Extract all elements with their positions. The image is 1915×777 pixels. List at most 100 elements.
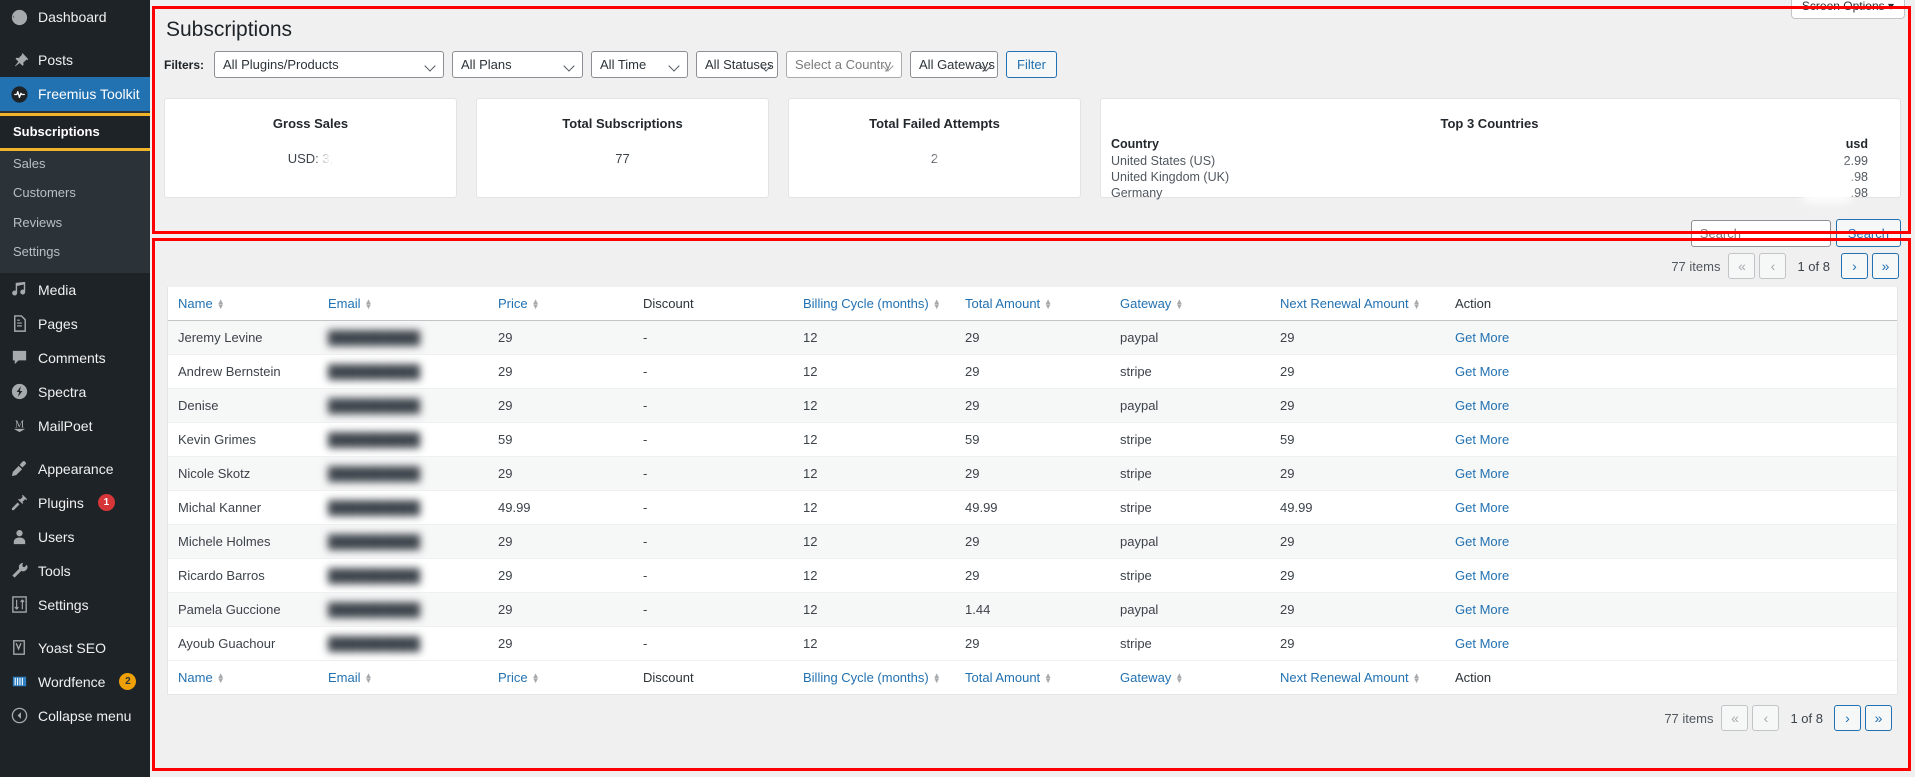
column-header-gateway[interactable]: Gateway ▲ ▼ bbox=[1120, 287, 1280, 322]
get-more-link[interactable]: Get More bbox=[1455, 364, 1509, 379]
get-more-link[interactable]: Get More bbox=[1455, 330, 1509, 345]
country-name: Germany bbox=[1111, 186, 1163, 201]
sidebar-item-label: Sales bbox=[13, 155, 46, 171]
get-more-link[interactable]: Get More bbox=[1455, 466, 1509, 481]
cell-action[interactable]: Get More bbox=[1455, 626, 1897, 662]
sidebar-item-posts[interactable]: Posts bbox=[0, 43, 150, 77]
gateway-filter-select[interactable]: All Gateways bbox=[910, 51, 999, 79]
get-more-link[interactable]: Get More bbox=[1455, 602, 1509, 617]
top-countries-title: Top 3 Countries bbox=[1440, 116, 1539, 132]
sort-icon[interactable]: ▲ ▼ bbox=[1044, 298, 1052, 310]
sidebar-item-settings[interactable]: Settings bbox=[0, 588, 150, 622]
sidebar-item-label: Settings bbox=[38, 596, 89, 613]
search-input[interactable] bbox=[1690, 219, 1831, 247]
cell-action[interactable]: Get More bbox=[1455, 422, 1897, 458]
sidebar-item-tools[interactable]: Tools bbox=[0, 554, 150, 588]
sidebar-divider bbox=[0, 622, 150, 631]
sidebar-item-sales[interactable]: Sales bbox=[0, 149, 150, 179]
sidebar-item-settings[interactable]: Settings bbox=[0, 237, 150, 267]
sort-icon[interactable]: ▲ ▼ bbox=[1413, 298, 1421, 310]
cell-action[interactable]: Get More bbox=[1455, 524, 1897, 560]
sidebar-item-mailpoet[interactable]: M MailPoet bbox=[0, 409, 150, 443]
sidebar-item-dashboard[interactable]: Dashboard bbox=[0, 0, 150, 34]
sidebar-item-freemius-toolkit[interactable]: Freemius Toolkit bbox=[0, 77, 150, 111]
column-header-next-renewal[interactable]: Next Renewal Amount ▲ ▼ bbox=[1280, 287, 1455, 322]
search-button[interactable]: Search bbox=[1835, 219, 1901, 248]
sort-icon[interactable]: ▲ ▼ bbox=[532, 298, 540, 310]
sort-icon[interactable]: ▲ ▼ bbox=[933, 298, 941, 310]
cell-billing-cycle: 12 bbox=[803, 524, 965, 560]
column-header-name[interactable]: Name ▲ ▼ bbox=[168, 287, 328, 322]
last-page-button[interactable]: » bbox=[1872, 253, 1899, 280]
column-footer-name[interactable]: Name ▲ ▼ bbox=[168, 660, 328, 695]
sort-icon[interactable]: ▲ ▼ bbox=[365, 672, 373, 684]
sidebar-item-reviews[interactable]: Reviews bbox=[0, 208, 150, 238]
next-page-button[interactable]: › bbox=[1834, 705, 1861, 732]
sidebar-item-label: Plugins bbox=[38, 494, 84, 511]
sidebar-item-plugins[interactable]: Plugins 1 bbox=[0, 486, 150, 520]
products-filter-select[interactable]: All Plugins/Products bbox=[214, 51, 445, 79]
plans-filter-value: All Plans bbox=[461, 57, 512, 73]
sidebar-item-yoast-seo[interactable]: Yoast SEO bbox=[0, 631, 150, 665]
cell-action[interactable]: Get More bbox=[1455, 592, 1897, 628]
sort-icon[interactable]: ▲ ▼ bbox=[1175, 298, 1183, 310]
time-filter-select[interactable]: All Time bbox=[591, 51, 689, 79]
sidebar-item-collapse-menu[interactable]: Collapse menu bbox=[0, 699, 150, 733]
get-more-link[interactable]: Get More bbox=[1455, 432, 1509, 447]
column-header-email[interactable]: Email ▲ ▼ bbox=[328, 287, 498, 322]
total-subscriptions-card: Total Subscriptions 77 bbox=[476, 98, 769, 199]
cell-email: ██████████ bbox=[328, 626, 498, 662]
column-footer-email[interactable]: Email ▲ ▼ bbox=[328, 660, 498, 695]
get-more-link[interactable]: Get More bbox=[1455, 534, 1509, 549]
cell-action[interactable]: Get More bbox=[1455, 558, 1897, 594]
sort-icon[interactable]: ▲ ▼ bbox=[1175, 672, 1183, 684]
sidebar-item-comments[interactable]: Comments bbox=[0, 341, 150, 375]
sidebar-item-wordfence[interactable]: Wordfence 2 bbox=[0, 665, 150, 699]
cell-action[interactable]: Get More bbox=[1455, 354, 1897, 390]
get-more-link[interactable]: Get More bbox=[1455, 500, 1509, 515]
column-header-price[interactable]: Price ▲ ▼ bbox=[498, 287, 643, 322]
sidebar-item-pages[interactable]: Pages bbox=[0, 307, 150, 341]
sidebar-item-customers[interactable]: Customers bbox=[0, 178, 150, 208]
get-more-link[interactable]: Get More bbox=[1455, 398, 1509, 413]
cell-name: Ayoub Guachour bbox=[168, 626, 328, 662]
plans-filter-select[interactable]: All Plans bbox=[452, 51, 584, 79]
column-footer-price[interactable]: Price ▲ ▼ bbox=[498, 660, 643, 695]
column-footer-gateway[interactable]: Gateway ▲ ▼ bbox=[1120, 660, 1280, 695]
column-footer-billing-cycle[interactable]: Billing Cycle (months) ▲ ▼ bbox=[803, 660, 965, 695]
sort-icon[interactable]: ▲ ▼ bbox=[532, 672, 540, 684]
screen-options-toggle[interactable]: Screen Options ▾ bbox=[1790, 0, 1905, 19]
column-footer-total-amount[interactable]: Total Amount ▲ ▼ bbox=[965, 660, 1120, 695]
sidebar-item-label: Freemius Toolkit bbox=[38, 86, 140, 102]
sort-icon[interactable]: ▲ ▼ bbox=[1044, 672, 1052, 684]
column-footer-next-renewal[interactable]: Next Renewal Amount ▲ ▼ bbox=[1280, 660, 1455, 695]
sidebar-item-subscriptions[interactable]: Subscriptions bbox=[0, 113, 150, 151]
sidebar-item-spectra[interactable]: Spectra bbox=[0, 375, 150, 409]
sort-icon[interactable]: ▲ ▼ bbox=[1413, 672, 1421, 684]
filter-button[interactable]: Filter bbox=[1006, 51, 1057, 79]
status-filter-select[interactable]: All Statuses bbox=[696, 51, 779, 79]
cell-action[interactable]: Get More bbox=[1455, 490, 1897, 526]
get-more-link[interactable]: Get More bbox=[1455, 568, 1509, 583]
sidebar-item-media[interactable]: Media bbox=[0, 273, 150, 307]
sidebar-item-appearance[interactable]: Appearance bbox=[0, 452, 150, 486]
column-label: Email bbox=[328, 670, 361, 686]
next-page-button[interactable]: › bbox=[1841, 253, 1868, 280]
cell-action[interactable]: Get More bbox=[1455, 388, 1897, 424]
cell-action[interactable]: Get More bbox=[1455, 456, 1897, 492]
filters-label: Filters: bbox=[164, 57, 205, 72]
country-filter-select[interactable]: Select a Country bbox=[786, 51, 903, 79]
last-page-button[interactable]: » bbox=[1865, 705, 1892, 732]
column-header-billing-cycle[interactable]: Billing Cycle (months) ▲ ▼ bbox=[803, 287, 965, 322]
sort-icon[interactable]: ▲ ▼ bbox=[933, 672, 941, 684]
cell-billing-cycle: 12 bbox=[803, 490, 965, 526]
sidebar-item-users[interactable]: Users bbox=[0, 520, 150, 554]
get-more-link[interactable]: Get More bbox=[1455, 636, 1509, 651]
column-header-total-amount[interactable]: Total Amount ▲ ▼ bbox=[965, 287, 1120, 322]
sort-icon[interactable]: ▲ ▼ bbox=[217, 298, 225, 310]
cell-action[interactable]: Get More bbox=[1455, 320, 1897, 356]
sidebar-item-label: MailPoet bbox=[38, 417, 93, 434]
sort-icon[interactable]: ▲ ▼ bbox=[217, 672, 225, 684]
subscriptions-table: Name ▲ ▼ Email ▲ ▼ Price ▲ ▼ Discount Billing … bbox=[168, 287, 1897, 695]
sort-icon[interactable]: ▲ ▼ bbox=[365, 298, 373, 310]
